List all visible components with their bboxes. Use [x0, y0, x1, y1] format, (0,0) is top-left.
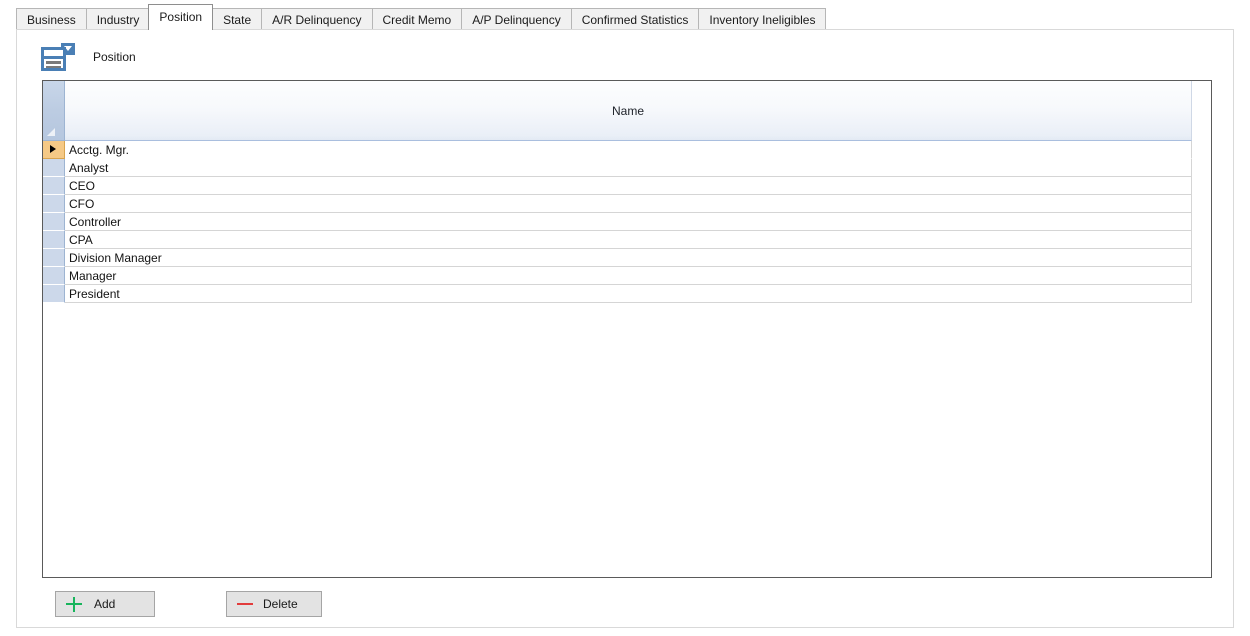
- cell-name[interactable]: CPA: [65, 231, 1192, 249]
- grid-inner: Name Acctg. Mgr.AnalystCEOCFOControllerC…: [43, 81, 1192, 303]
- page-title: Position: [93, 50, 136, 64]
- row-indicator[interactable]: [43, 159, 65, 177]
- table-row[interactable]: President: [43, 285, 1192, 303]
- tab-confirmed-statistics[interactable]: Confirmed Statistics: [571, 8, 699, 30]
- minus-icon: [237, 596, 253, 612]
- row-indicator[interactable]: [43, 213, 65, 231]
- grid-icon-bar: [46, 66, 61, 68]
- row-indicator[interactable]: [43, 267, 65, 285]
- grid-icon-separator: [41, 56, 66, 59]
- cell-name[interactable]: Acctg. Mgr.: [65, 141, 1192, 159]
- panel-header: Position: [41, 38, 136, 76]
- row-indicator[interactable]: [43, 249, 65, 267]
- row-indicator[interactable]: [43, 177, 65, 195]
- tab-bar: BusinessIndustryPositionStateA/R Delinqu…: [0, 0, 1250, 30]
- table-row[interactable]: Controller: [43, 213, 1192, 231]
- grid-header-row: Name: [43, 81, 1192, 141]
- table-row[interactable]: CEO: [43, 177, 1192, 195]
- cell-name[interactable]: CFO: [65, 195, 1192, 213]
- delete-button[interactable]: Delete: [226, 591, 322, 617]
- plus-icon: [66, 596, 82, 612]
- current-row-arrow-icon: [50, 145, 56, 153]
- table-row[interactable]: Analyst: [43, 159, 1192, 177]
- row-indicator[interactable]: [43, 285, 65, 303]
- delete-button-label: Delete: [263, 597, 298, 611]
- add-button-label: Add: [94, 597, 115, 611]
- data-grid: Name Acctg. Mgr.AnalystCEOCFOControllerC…: [42, 80, 1212, 578]
- table-row[interactable]: CPA: [43, 231, 1192, 249]
- row-indicator[interactable]: [43, 195, 65, 213]
- corner-triangle-icon: [47, 128, 55, 136]
- grid-select-all-corner[interactable]: [43, 81, 65, 141]
- tab-state[interactable]: State: [212, 8, 261, 30]
- cell-name[interactable]: Manager: [65, 267, 1192, 285]
- table-row[interactable]: Manager: [43, 267, 1192, 285]
- current-row-indicator[interactable]: [43, 141, 65, 159]
- cell-name[interactable]: Controller: [65, 213, 1192, 231]
- table-row[interactable]: Division Manager: [43, 249, 1192, 267]
- column-header-name[interactable]: Name: [65, 81, 1192, 141]
- grid-icon-bar: [46, 61, 61, 64]
- row-indicator[interactable]: [43, 231, 65, 249]
- tab-inventory-ineligibles[interactable]: Inventory Ineligibles: [698, 8, 826, 30]
- cell-name[interactable]: CEO: [65, 177, 1192, 195]
- grid-body: Acctg. Mgr.AnalystCEOCFOControllerCPADiv…: [43, 141, 1192, 303]
- tab-a-p-delinquency[interactable]: A/P Delinquency: [461, 8, 571, 30]
- table-row[interactable]: CFO: [43, 195, 1192, 213]
- add-button[interactable]: Add: [55, 591, 155, 617]
- cell-name[interactable]: Division Manager: [65, 249, 1192, 267]
- content-panel: Position Name Acctg. Mgr.AnalystCEOCFOCo…: [16, 29, 1234, 628]
- tab-position[interactable]: Position: [148, 4, 213, 30]
- cell-name[interactable]: President: [65, 285, 1192, 303]
- tab-credit-memo[interactable]: Credit Memo: [372, 8, 462, 30]
- tab-list: BusinessIndustryPositionStateA/R Delinqu…: [16, 4, 826, 30]
- cell-name[interactable]: Analyst: [65, 159, 1192, 177]
- grid-dropdown-icon: [41, 43, 75, 71]
- tab-business[interactable]: Business: [16, 8, 86, 30]
- tab-a-r-delinquency[interactable]: A/R Delinquency: [261, 8, 371, 30]
- table-row[interactable]: Acctg. Mgr.: [43, 141, 1192, 159]
- tab-industry[interactable]: Industry: [86, 8, 150, 30]
- action-button-row: Add Delete: [42, 590, 322, 618]
